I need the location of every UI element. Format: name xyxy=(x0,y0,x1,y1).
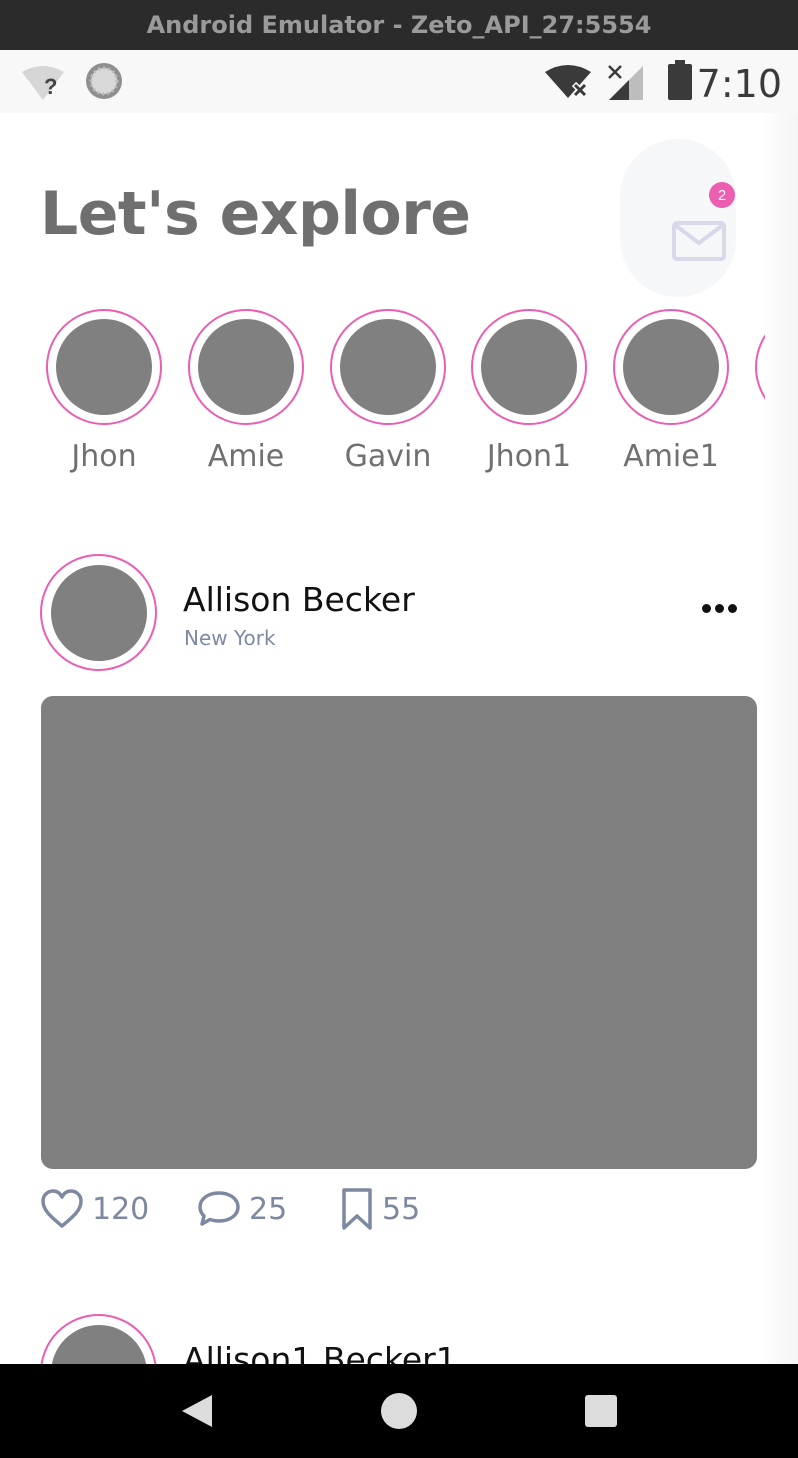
story-avatar-ring xyxy=(188,309,304,425)
story-name: Gavin xyxy=(344,439,432,474)
post-location: New York xyxy=(184,626,276,650)
feed-post: Allison Becker New York 120 25 55 xyxy=(0,554,798,1254)
post-image[interactable] xyxy=(41,696,757,1169)
post-avatar-ring[interactable] xyxy=(40,554,157,671)
back-icon[interactable] xyxy=(180,1393,214,1434)
story-avatar-ring xyxy=(471,309,587,425)
comment-icon xyxy=(198,1191,240,1226)
page-title: Let's explore xyxy=(40,179,471,249)
comment-button[interactable]: 25 xyxy=(197,1184,287,1234)
story-item[interactable]: Jhon xyxy=(44,309,164,474)
like-button[interactable]: 120 xyxy=(40,1184,149,1234)
envelope-icon xyxy=(672,221,726,261)
story-avatar-ring xyxy=(613,309,729,425)
home-icon[interactable] xyxy=(380,1392,418,1435)
feed-post: Allison1 Becker1 xyxy=(0,1314,798,1364)
avatar xyxy=(50,1324,147,1364)
story-item[interactable]: Amie1 xyxy=(611,309,731,474)
story-name: Amie1 xyxy=(623,439,719,474)
post-author[interactable]: Allison1 Becker1 xyxy=(183,1340,457,1364)
battery-icon xyxy=(667,60,693,105)
avatar xyxy=(198,319,294,415)
like-count: 120 xyxy=(92,1191,150,1227)
post-actions: 120 25 55 xyxy=(40,1184,540,1234)
messages-button[interactable] xyxy=(620,139,736,297)
wifi-unknown-icon: ? xyxy=(20,64,66,107)
avatar xyxy=(623,319,719,415)
app-screen: Let's explore Jhon Amie Gavin Jhon1 Amie… xyxy=(0,113,798,1364)
bookmark-icon xyxy=(342,1188,372,1230)
story-avatar-ring xyxy=(755,309,765,425)
status-time: 7:10 xyxy=(696,62,782,106)
status-bar: ? 7:10 xyxy=(0,50,798,113)
signal-off-icon xyxy=(606,62,646,107)
story-avatar-ring xyxy=(330,309,446,425)
window-title: Android Emulator - Zeto_API_27:5554 xyxy=(146,11,652,39)
story-name: Jhon xyxy=(71,439,137,474)
comment-count: 25 xyxy=(249,1191,288,1227)
navigation-bar xyxy=(0,1364,798,1458)
avatar xyxy=(340,319,436,415)
story-item[interactable]: Amie xyxy=(186,309,306,474)
messages-badge: 2 xyxy=(709,182,735,208)
heart-icon xyxy=(41,1189,83,1228)
story-item[interactable]: Gavin xyxy=(328,309,448,474)
stories-row[interactable]: Jhon Amie Gavin Jhon1 Amie1 xyxy=(0,309,798,479)
save-count: 55 xyxy=(382,1191,421,1227)
avatar xyxy=(50,564,147,661)
story-avatar-ring xyxy=(46,309,162,425)
wifi-x-icon xyxy=(544,64,592,105)
recents-icon[interactable] xyxy=(584,1394,618,1433)
story-name: Amie xyxy=(207,439,285,474)
wifi-question-glyph: ? xyxy=(44,74,58,99)
story-name: Jhon1 xyxy=(486,439,572,474)
post-avatar-ring[interactable] xyxy=(40,1314,157,1364)
avatar xyxy=(481,319,577,415)
story-item-partial[interactable] xyxy=(755,309,765,427)
avatar xyxy=(56,319,152,415)
emulator-title-bar: Android Emulator - Zeto_API_27:5554 xyxy=(0,0,798,50)
post-author[interactable]: Allison Becker xyxy=(183,580,415,619)
more-options-icon[interactable] xyxy=(702,604,737,613)
save-button[interactable]: 55 xyxy=(340,1184,420,1234)
story-item[interactable]: Jhon1 xyxy=(469,309,589,474)
sync-icon xyxy=(84,61,124,106)
